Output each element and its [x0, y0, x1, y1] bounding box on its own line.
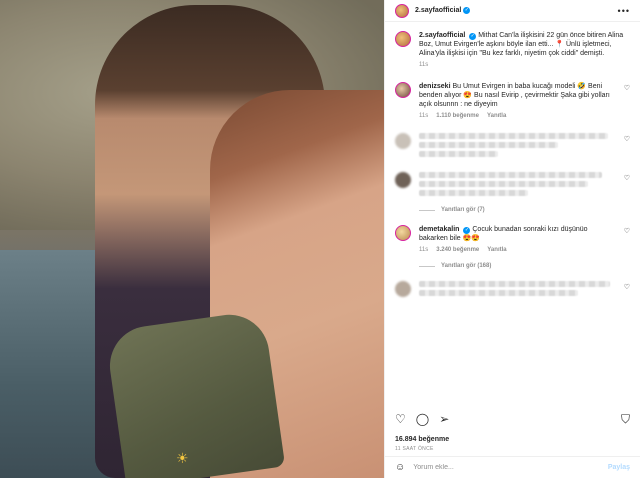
- avatar[interactable]: [395, 225, 411, 241]
- comment-age[interactable]: 11s: [419, 112, 428, 121]
- heart-icon[interactable]: ♡: [624, 84, 630, 121]
- view-replies-button[interactable]: Yanıtları gör (168): [419, 263, 630, 269]
- post-comment-button[interactable]: Paylaş: [608, 464, 630, 471]
- more-icon[interactable]: •••: [618, 6, 630, 16]
- blurred-line: [419, 190, 529, 196]
- verified-icon: ✓: [469, 33, 477, 40]
- comment-likes[interactable]: 3.240 beğenme: [436, 246, 479, 255]
- blurred-avatar: [395, 281, 411, 297]
- blurred-line: [419, 133, 608, 139]
- post-header: 2.sayfaofficial ✓ •••: [385, 0, 640, 22]
- reply-button[interactable]: Yanıtla: [487, 112, 506, 121]
- post-side-panel: 2.sayfaofficial ✓ ••• 2.sayfaofficial ✓ …: [384, 0, 640, 478]
- verified-icon: ✓: [463, 7, 471, 14]
- bookmark-icon[interactable]: ⛉: [621, 412, 630, 427]
- heart-icon[interactable]: ♡: [624, 174, 630, 182]
- comments-list: 2.sayfaofficial ✓ Mithat Can'la ilişkisi…: [385, 23, 640, 403]
- blurred-line: [419, 181, 588, 187]
- heart-icon[interactable]: ♡: [624, 135, 630, 143]
- caption-item: 2.sayfaofficial ✓ Mithat Can'la ilişkisi…: [395, 31, 630, 70]
- comment-age[interactable]: 11s: [419, 246, 428, 255]
- post-likes[interactable]: 16.894 beğenme: [395, 436, 449, 443]
- sun-emoji-sticker: ☀: [176, 450, 189, 466]
- post-username[interactable]: 2.sayfaofficial: [415, 7, 461, 14]
- caption-age[interactable]: 11s: [419, 61, 428, 70]
- caption-username[interactable]: 2.sayfaofficial: [419, 32, 465, 39]
- post-photo[interactable]: ☀: [0, 0, 384, 478]
- post-actions: ♡ ◯ ➢ ⛉: [395, 412, 630, 427]
- share-icon[interactable]: ➢: [439, 412, 449, 426]
- heart-icon[interactable]: ♡: [624, 227, 630, 255]
- blurred-comment: ♡: [395, 172, 630, 199]
- avatar[interactable]: [395, 3, 409, 18]
- reply-button[interactable]: Yanıtla: [487, 246, 506, 255]
- emoji-icon[interactable]: ☺: [395, 462, 405, 473]
- avatar[interactable]: [395, 82, 411, 98]
- add-comment-bar: ☺ Paylaş: [385, 456, 640, 478]
- blurred-avatar: [395, 172, 411, 188]
- heart-icon[interactable]: ♡: [624, 283, 630, 291]
- instagram-post-modal: ☀ 2.sayfaofficial ✓ ••• 2.sayfaofficial …: [0, 0, 640, 478]
- blurred-line: [419, 172, 602, 178]
- blurred-line: [419, 151, 499, 157]
- comment-username[interactable]: demetakalin: [419, 226, 459, 233]
- blurred-line: [419, 142, 559, 148]
- blurred-line: [419, 290, 578, 296]
- heart-icon[interactable]: ♡: [395, 412, 406, 426]
- comment-username[interactable]: denizseki: [419, 83, 451, 90]
- blurred-comment: ♡: [395, 133, 630, 160]
- avatar[interactable]: [395, 31, 411, 47]
- comment-icon[interactable]: ◯: [416, 412, 429, 426]
- blurred-line: [419, 281, 610, 287]
- blurred-avatar: [395, 133, 411, 149]
- post-time: 11 SAAT ÖNCE: [395, 446, 434, 452]
- blurred-comment: ♡: [395, 281, 630, 299]
- photo-jacket: [104, 309, 286, 478]
- list-item: demetakalin ✓ Çocuk bunadan sonraki kızı…: [395, 225, 630, 255]
- list-item: denizseki Bu Umut Evirgen in baba kucağı…: [395, 82, 630, 121]
- comment-input[interactable]: [413, 464, 608, 471]
- verified-icon: ✓: [463, 227, 471, 234]
- view-replies-button[interactable]: Yanıtları gör (7): [419, 207, 630, 213]
- comment-likes[interactable]: 1.110 beğenme: [436, 112, 479, 121]
